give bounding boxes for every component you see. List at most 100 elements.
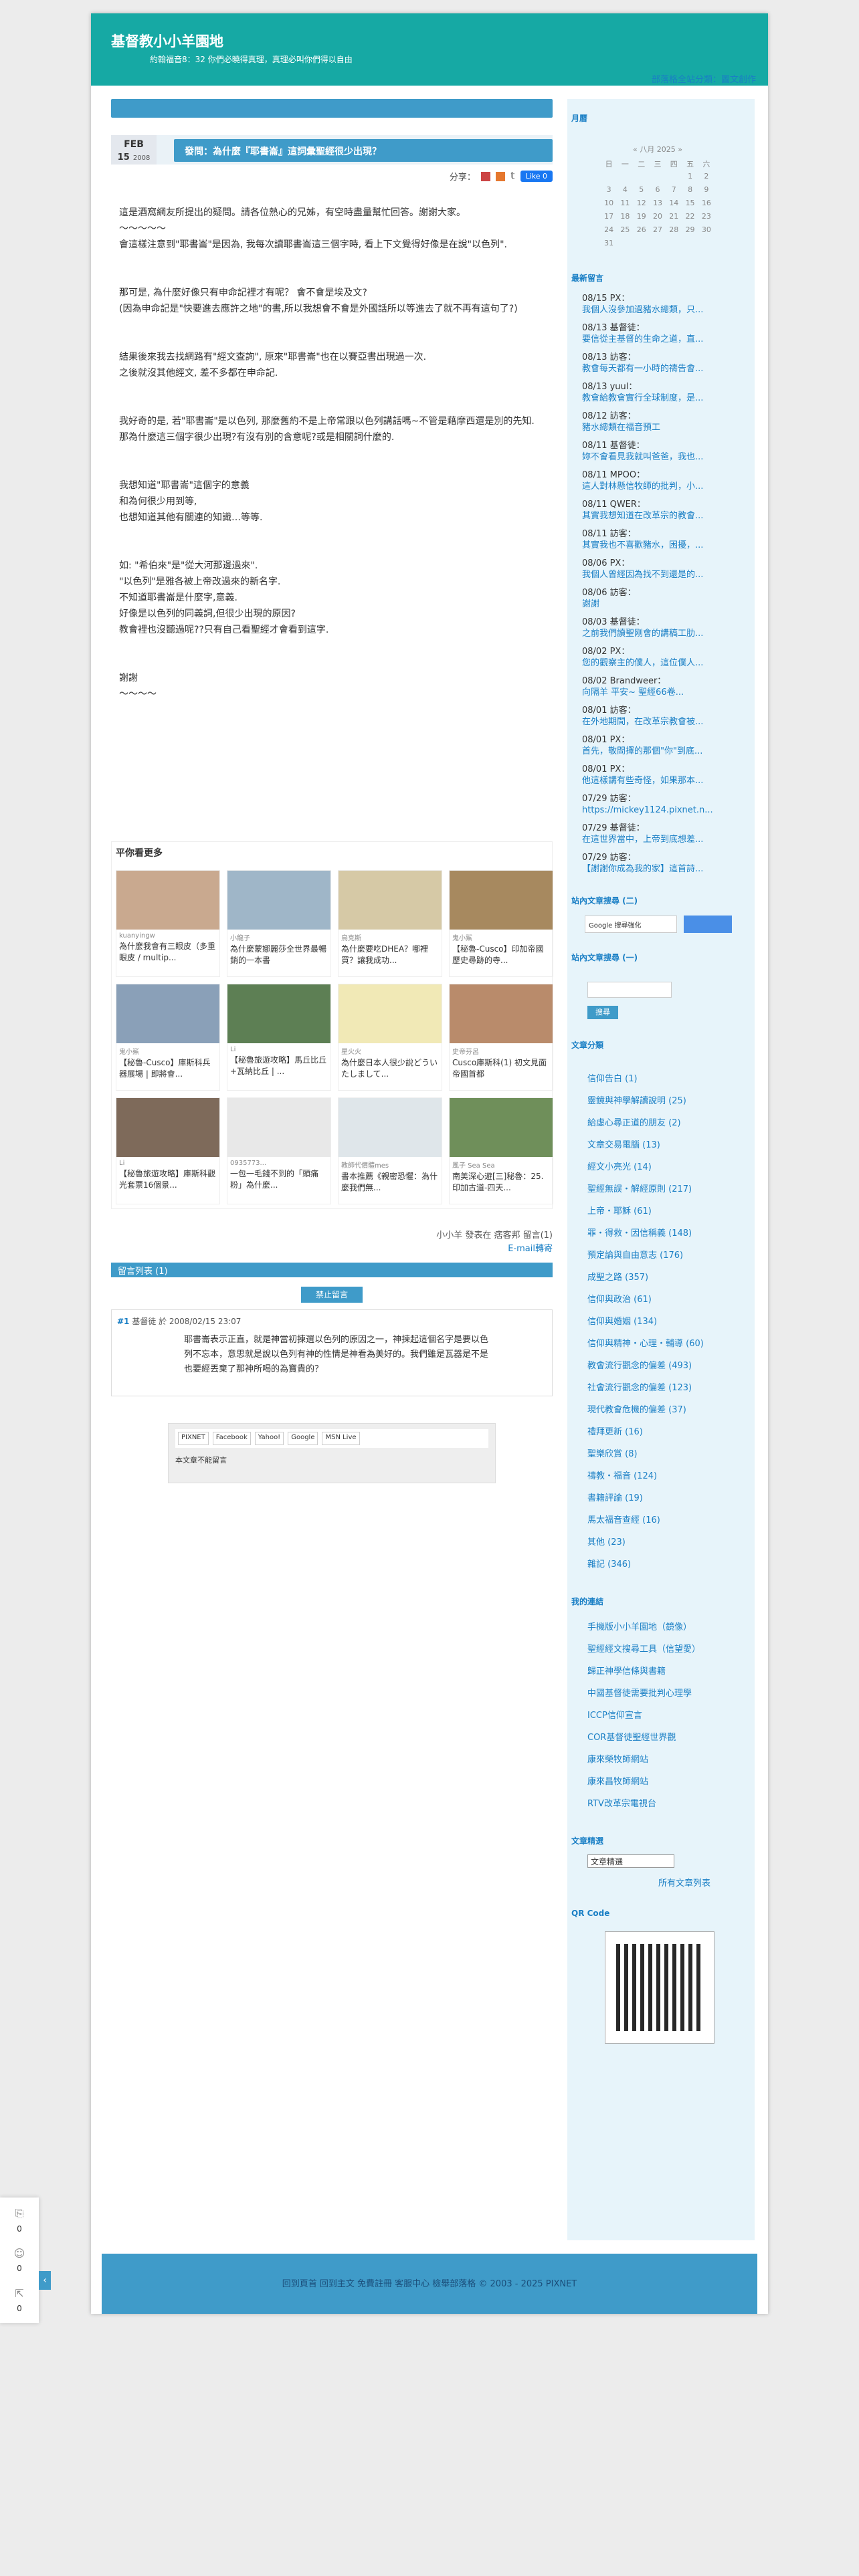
- calendar-day[interactable]: 4: [617, 185, 633, 199]
- email-forward-link[interactable]: E-mail轉寄: [508, 1244, 553, 1254]
- post-meta[interactable]: 小小羊 發表在 痞客邦 留言(1): [111, 1229, 553, 1243]
- yahoo-login[interactable]: Yahoo!: [254, 1432, 284, 1445]
- category-item[interactable]: 靈鏡與神學解讀說明 (25): [587, 1090, 755, 1112]
- recent-comment[interactable]: 07/29 訪客： https://mickey1124.pixnet.n...: [582, 793, 755, 816]
- recent-comment[interactable]: 07/29 基督徒： 在這世界當中，上帝到底想差...: [582, 823, 755, 845]
- calendar-day[interactable]: 23: [698, 212, 714, 225]
- comment-snippet[interactable]: 教會給教會實行全球制度，是...: [582, 393, 736, 404]
- calendar-day[interactable]: 10: [601, 199, 617, 212]
- calendar-day[interactable]: [601, 172, 617, 185]
- category-item[interactable]: 雜記 (346): [587, 1553, 755, 1576]
- recent-comment[interactable]: 08/11 基督徒： 妳不會看見我就叫爸爸，我也...: [582, 440, 755, 463]
- recent-comment[interactable]: 08/13 訪客： 教會每天都有一小時的禱告會...: [582, 352, 755, 374]
- calendar-day[interactable]: 9: [698, 185, 714, 199]
- calendar-day[interactable]: 12: [634, 199, 650, 212]
- category-item[interactable]: 書籍評論 (19): [587, 1487, 755, 1509]
- google-search-input[interactable]: Google 搜尋強化: [585, 916, 677, 933]
- calendar-day[interactable]: 24: [601, 225, 617, 239]
- comment-snippet[interactable]: 要信從主基督的生命之道，直...: [582, 334, 736, 345]
- calendar-day[interactable]: 14: [666, 199, 682, 212]
- calendar-day[interactable]: 11: [617, 199, 633, 212]
- category-item[interactable]: 禮拜更新 (16): [587, 1421, 755, 1443]
- related-card[interactable]: Li 【秘魯旅遊攻略】馬丘比丘+瓦納比丘 | ...: [227, 984, 331, 1091]
- bookmark-action[interactable]: ⎘ 0: [0, 2207, 39, 2247]
- recent-comment[interactable]: 07/29 訪客： 【謝謝你成為我的家】這首詩...: [582, 852, 755, 875]
- category-item[interactable]: 其他 (23): [587, 1531, 755, 1553]
- search-button[interactable]: [684, 916, 732, 933]
- recent-comment[interactable]: 08/13 基督徒： 要信從主基督的生命之道，直...: [582, 322, 755, 345]
- link-item[interactable]: 手機版小小羊園地（鏡像）: [587, 1616, 755, 1638]
- google-login[interactable]: Google: [288, 1432, 318, 1445]
- comment-snippet[interactable]: 【謝謝你成為我的家】這首詩...: [582, 863, 736, 875]
- calendar-nav[interactable]: « 八月 2025 »: [601, 144, 714, 154]
- pixnet-login[interactable]: PIXNET: [178, 1432, 209, 1445]
- calendar-day[interactable]: [634, 172, 650, 185]
- comment-snippet[interactable]: 首先，敬問擇的那個"你"到底...: [582, 746, 736, 757]
- calendar-day[interactable]: 3: [601, 185, 617, 199]
- category-link[interactable]: 部落格全站分類：圖文創作: [652, 72, 756, 85]
- calendar-day[interactable]: [682, 239, 698, 252]
- comment-snippet[interactable]: 教會每天都有一小時的禱告會...: [582, 363, 736, 374]
- recent-comment[interactable]: 08/02 Brandweer： 向隔羊 平安~ 聖經66卷...: [582, 675, 755, 698]
- comment-snippet[interactable]: 在這世界當中，上帝到底想差...: [582, 834, 736, 845]
- calendar-day[interactable]: 15: [682, 199, 698, 212]
- mood-action[interactable]: ☺ 0: [0, 2247, 39, 2287]
- calendar-day[interactable]: 一: [617, 158, 633, 172]
- disable-comments-button[interactable]: 禁止留言: [301, 1287, 363, 1303]
- calendar-day[interactable]: 25: [617, 225, 633, 239]
- comment-snippet[interactable]: 我個人曾經因為找不到還是的...: [582, 569, 736, 580]
- recent-comment[interactable]: 08/15 PX： 我個人沒參加過豬水總類，只...: [582, 293, 755, 316]
- category-item[interactable]: 教會流行觀念的偏差 (493): [587, 1355, 755, 1377]
- share-icon[interactable]: [496, 171, 506, 181]
- category-item[interactable]: 罪・得救・因信稱義 (148): [587, 1222, 755, 1245]
- calendar-day[interactable]: 6: [650, 185, 666, 199]
- calendar-day[interactable]: 13: [650, 199, 666, 212]
- comment-snippet[interactable]: 您的觀察主的僕人，這位僕人...: [582, 657, 736, 669]
- calendar-day[interactable]: [650, 172, 666, 185]
- comment-snippet[interactable]: 其實我想知道在改革宗的教會...: [582, 510, 736, 522]
- related-card[interactable]: 史帝芬呂 Cusco庫斯科(1) 初文見面 帝國首都: [449, 984, 553, 1091]
- category-item[interactable]: 聖樂欣賞 (8): [587, 1443, 755, 1465]
- blog-title[interactable]: 基督教小小羊園地: [111, 31, 223, 51]
- calendar-day[interactable]: 16: [698, 199, 714, 212]
- recent-comment[interactable]: 08/13 yuul： 教會給教會實行全球制度，是...: [582, 381, 755, 404]
- calendar-day[interactable]: 8: [682, 185, 698, 199]
- site-search-button[interactable]: 搜尋: [587, 1006, 618, 1019]
- recent-comment[interactable]: 08/01 訪客： 在外地期間，在改革宗教會被...: [582, 705, 755, 728]
- comment-snippet[interactable]: https://mickey1124.pixnet.n...: [582, 804, 736, 816]
- recent-comment[interactable]: 08/11 訪客： 其實我也不喜歡豬水，困擾，...: [582, 528, 755, 551]
- calendar-day[interactable]: 17: [601, 212, 617, 225]
- related-card[interactable]: 星火火 為什麼日本人很少說どういたしまして...: [338, 984, 442, 1091]
- msn-login[interactable]: MSN Live: [322, 1432, 360, 1445]
- comment-snippet[interactable]: 其實我也不喜歡豬水，困擾，...: [582, 540, 736, 551]
- post-title[interactable]: 發問：為什麼『耶書崙』這詞彙聖經很少出現？: [174, 139, 553, 162]
- related-card[interactable]: 風子 Sea Sea 南美深心遊[三]秘魯：25. 印加古道-四天...: [449, 1097, 553, 1204]
- all-posts-link[interactable]: 所有文章列表: [658, 1876, 755, 1889]
- category-item[interactable]: 禱教・福音 (124): [587, 1465, 755, 1487]
- calendar-day[interactable]: 日: [601, 158, 617, 172]
- calendar-day[interactable]: [698, 239, 714, 252]
- footer-text[interactable]: 回到頁首 回到主文 免費註冊 客服中心 檢舉部落格 © 2003 - 2025 …: [282, 2279, 577, 2289]
- link-item[interactable]: COR基督徒聖經世界觀: [587, 1727, 755, 1749]
- category-item[interactable]: 文章交易電腦 (13): [587, 1134, 755, 1156]
- calendar-day[interactable]: [617, 239, 633, 252]
- calendar-day[interactable]: 18: [617, 212, 633, 225]
- collapse-arrow-icon[interactable]: ‹: [39, 2271, 51, 2290]
- calendar-day[interactable]: 22: [682, 212, 698, 225]
- comment-snippet[interactable]: 這人對林懸信牧師的批判，小...: [582, 481, 736, 492]
- related-card[interactable]: 教師代價體mes 書本推薦《親密恐懼：為什麼我們無...: [338, 1097, 442, 1204]
- plurk-icon[interactable]: [481, 171, 491, 181]
- comment-snippet[interactable]: 我個人沒參加過豬水總類，只...: [582, 304, 736, 316]
- category-item[interactable]: 現代教會危機的偏差 (37): [587, 1399, 755, 1421]
- link-item[interactable]: 康來榮牧師網站: [587, 1749, 755, 1771]
- recent-comment[interactable]: 08/11 MPOO： 這人對林懸信牧師的批判，小...: [582, 469, 755, 492]
- category-item[interactable]: 成聖之路 (357): [587, 1267, 755, 1289]
- comment-snippet[interactable]: 謝謝: [582, 599, 736, 610]
- calendar-day[interactable]: [617, 172, 633, 185]
- comment-snippet[interactable]: 豬水總類在福音預工: [582, 422, 736, 433]
- facebook-like-button[interactable]: Like 0: [520, 171, 553, 182]
- calendar-day[interactable]: [666, 239, 682, 252]
- calendar-day[interactable]: 7: [666, 185, 682, 199]
- related-card[interactable]: Li 【秘魯旅遊攻略】庫斯科觀光套票16個景...: [116, 1097, 220, 1204]
- recent-comment[interactable]: 08/11 QWER： 其實我想知道在改革宗的教會...: [582, 499, 755, 522]
